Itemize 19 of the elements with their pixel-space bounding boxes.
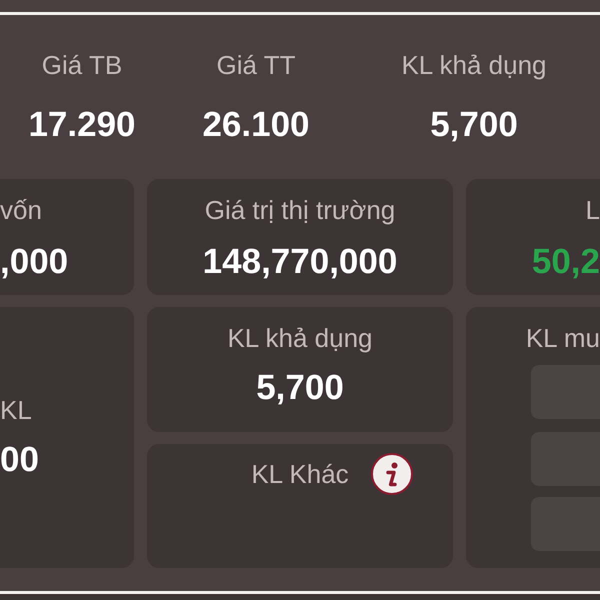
stat-value: 5,700 [430, 104, 518, 146]
stat-label: KL mu [526, 322, 600, 355]
stat-label: Giá trị thị trường [204, 194, 396, 227]
stat-value: 17.290 [28, 104, 136, 146]
stat-value: 00 [0, 439, 39, 481]
stat-label: vốn [0, 194, 42, 227]
stat-value: 50,2 [532, 241, 600, 283]
info-icon[interactable] [370, 453, 413, 495]
stat-value: ,000 [0, 241, 68, 283]
stat-value: 26.100 [202, 104, 310, 146]
stat-label: KL [0, 394, 32, 427]
stat-label: KL Khác [251, 458, 349, 491]
stat-label: Giá TB [42, 49, 122, 82]
stat-label: KL khả dụng [227, 322, 373, 355]
stat-label: KL khả dụng [401, 49, 547, 82]
stat-value: 148,770,000 [202, 241, 398, 283]
stat-label: Giá TT [216, 49, 296, 82]
stat-label: L [586, 194, 600, 227]
stat-value: 5,700 [256, 367, 344, 409]
